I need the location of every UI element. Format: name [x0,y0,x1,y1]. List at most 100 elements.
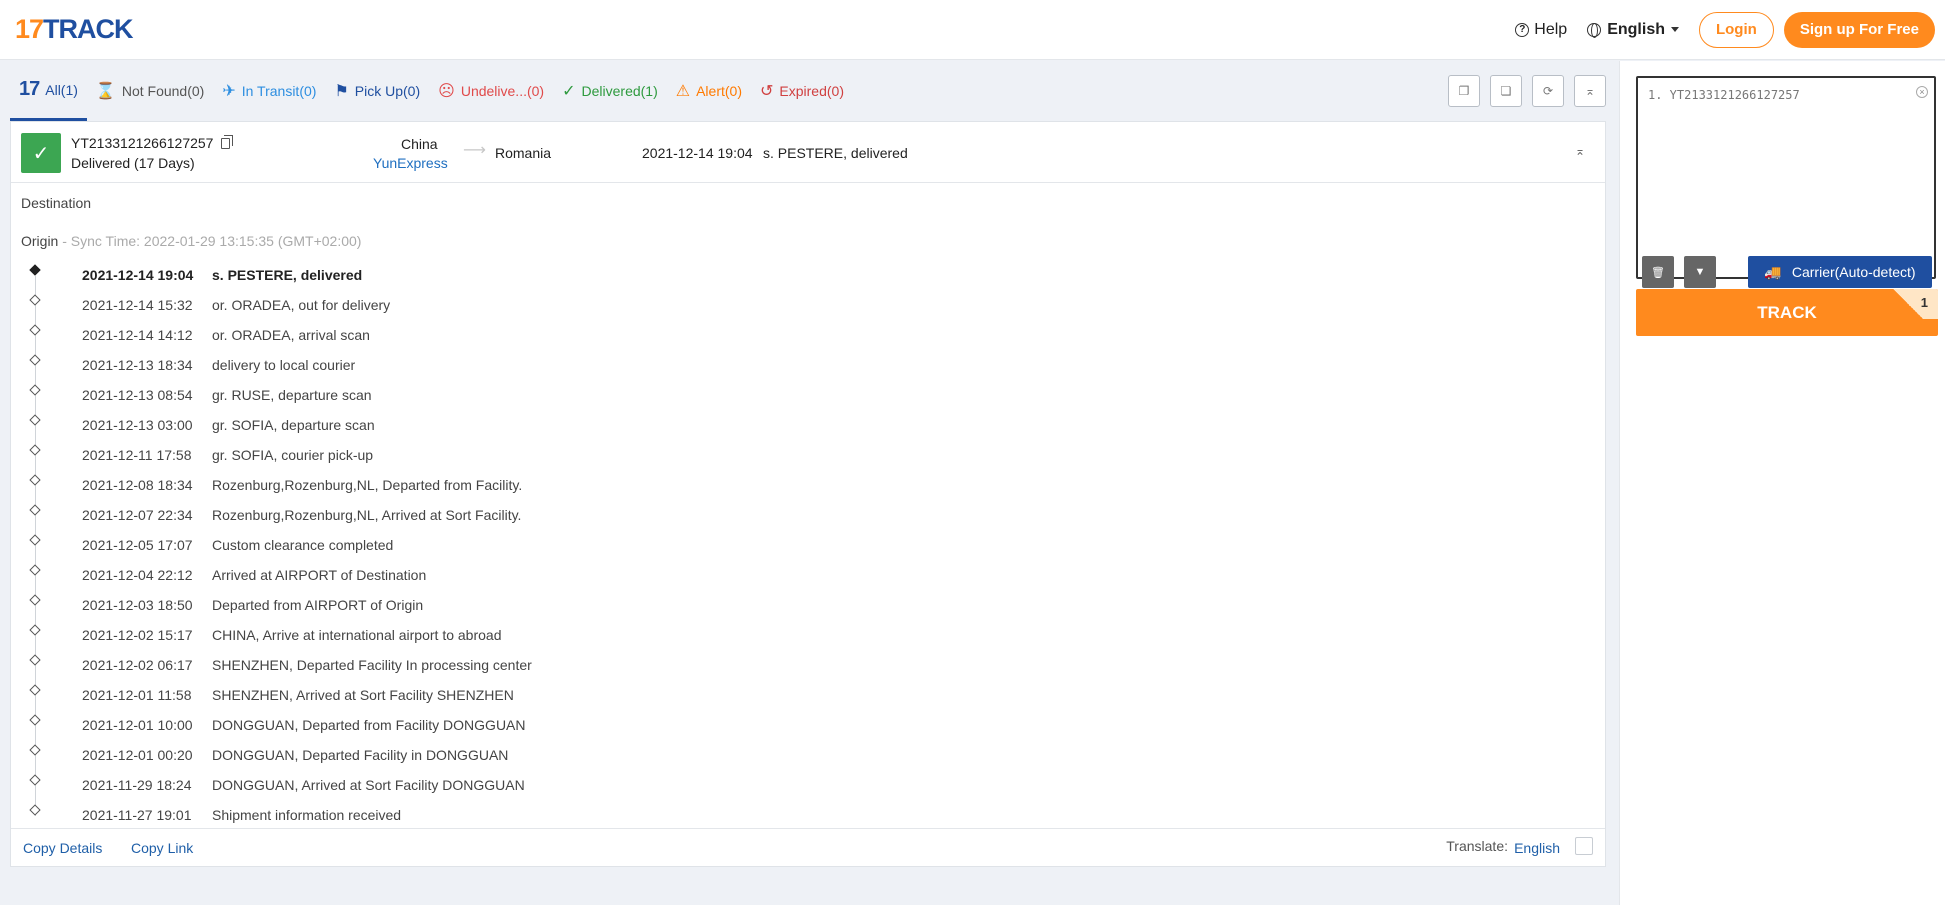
timeline-event: 2021-12-14 14:12 or. ORADEA, arrival scan [25,320,1125,366]
tab-all-label: All(1) [45,81,78,98]
timeline-dot-icon [29,444,41,456]
event-time: 2021-11-29 18:24 [82,777,192,793]
timeline-event: 2021-12-13 18:34 delivery to local courie… [25,350,1125,396]
copy-numbers-button[interactable]: ❐ [1448,75,1480,107]
timeline-dot-icon [29,804,41,816]
tab-all[interactable]: 17 All(1) [10,61,87,121]
tab-in-transit-label: In Transit(0) [241,83,317,99]
signup-button[interactable]: Sign up For Free [1783,11,1935,48]
tab-pick-up-label: Pick Up(0) [354,83,421,99]
delete-button[interactable]: 🗑 [1642,256,1674,288]
copy-icon[interactable] [221,134,234,149]
panel-footer: Copy Details Copy Link Translate: Englis… [11,828,1605,866]
timeline-dot-icon [29,684,41,696]
tab-delivered-label: Delivered(1) [581,83,658,99]
latest-event-time: 2021-12-14 19:04 [642,145,753,161]
track-button[interactable]: TRACK 1 [1636,289,1938,336]
warning-icon: ⚠ [675,83,691,100]
event-description: Shipment information received [212,807,402,823]
timeline-dot-icon [29,264,41,276]
event-description: gr. RUSE, departure scan [212,387,372,403]
tab-delivered[interactable]: ✓ Delivered(1) [553,61,667,121]
event-description: Arrived at AIRPORT of Destination [212,567,427,583]
copy-icon: ❐ [1458,84,1470,98]
translate-language[interactable]: English [1514,840,1560,856]
tab-expired-label: Expired(0) [779,83,844,99]
event-time: 2021-12-02 15:17 [82,627,193,643]
timeline-event: 2021-12-01 10:00 DONGGUAN, Departed from … [25,710,1125,756]
event-description: delivery to local courier [212,357,356,373]
logo[interactable]: 17 TRACK [15,14,134,45]
event-time: 2021-12-01 00:20 [82,747,193,763]
status-tabs: 17 All(1) ⌛ Not Found(0) ✈ In Transit(0)… [10,61,1606,121]
filter-button[interactable]: ▼ [1684,256,1716,288]
timeline-dot-icon [29,714,41,726]
route-arrow-icon: ⟶ [463,142,486,159]
event-description: Rozenburg,Rozenburg,NL, Departed from Fa… [212,477,523,493]
copy-details-link[interactable]: Copy Details [23,840,102,856]
list-tools: ❐ ❏ ⟳ ⌅ [1448,75,1606,107]
carrier-link[interactable]: YunExpress [373,155,448,171]
event-time: 2021-12-01 10:00 [82,717,193,733]
hourglass-icon: ⌛ [95,83,116,100]
timeline-dot-icon [29,504,41,516]
tracking-entry[interactable]: 1. YT2133121266127257 [1648,88,1800,102]
tab-not-found[interactable]: ⌛ Not Found(0) [87,61,213,121]
event-time: 2021-12-13 18:34 [82,357,193,373]
clock-history-icon: ↺ [760,83,774,100]
translate-label: Translate: [1446,838,1508,854]
tab-pick-up[interactable]: ⚑ Pick Up(0) [325,61,429,121]
clear-icon[interactable]: × [1916,86,1928,98]
header-actions: ? Help English Login Sign up For Free [1515,11,1935,48]
collapse-icon: ⌅ [1584,84,1596,98]
event-description: gr. SOFIA, courier pick-up [212,447,374,463]
login-button[interactable]: Login [1698,11,1774,48]
timeline-event: 2021-12-13 08:54 gr. RUSE, departure scan [25,380,1125,426]
copy-link-link[interactable]: Copy Link [131,840,193,856]
event-time: 2021-12-04 22:12 [82,567,193,583]
timeline-event: 2021-12-13 03:00 gr. SOFIA, departure sca… [25,410,1125,456]
timeline-event: 2021-12-02 15:17 CHINA, Arrive at interna… [25,620,1125,666]
refresh-button[interactable]: ⟳ [1532,75,1564,107]
event-time: 2021-12-07 22:34 [82,507,193,523]
filter-icon: ▼ [1694,266,1706,278]
timeline-event: 2021-12-01 00:20 DONGGUAN, Departed Facil… [25,740,1125,786]
event-time: 2021-12-05 17:07 [82,537,193,553]
timeline-dot-icon [29,594,41,606]
tracking-input-box[interactable]: 1. YT2133121266127257 × 🗑 ▼ 🚚 Carrier(Au… [1636,76,1936,288]
help-link[interactable]: ? Help [1515,21,1567,39]
translate-checkbox[interactable] [1575,837,1593,855]
timeline-event: 2021-11-29 18:24 DONGGUAN, Arrived at Sor… [25,770,1125,816]
timeline-dot-icon [29,354,41,366]
sync-time: - Sync Time: 2022-01-29 13:15:35 (GMT+02… [58,233,362,249]
latest-event-desc: s. PESTERE, delivered [763,145,908,161]
parcel-summary[interactable]: ✓ YT2133121266127257 Delivered (17 Days)… [11,122,1605,183]
tab-in-transit[interactable]: ✈ In Transit(0) [213,61,325,121]
tab-expired[interactable]: ↺ Expired(0) [751,61,853,121]
timeline-event: 2021-12-01 11:58 SHENZHEN, Arrived at Sor… [25,680,1125,726]
timeline-event: 2021-12-08 18:34 Rozenburg,Rozenburg,NL, … [25,470,1125,516]
timeline-event: 2021-12-11 17:58 gr. SOFIA, courier pick-… [25,440,1125,486]
help-icon: ? [1515,22,1530,37]
language-selector[interactable]: English [1587,21,1679,39]
language-label: English [1607,20,1665,38]
event-description: s. PESTERE, delivered [212,267,363,283]
carrier-select-label: Carrier(Auto-detect) [1791,264,1916,280]
collapse-icon[interactable]: ⌅ [1575,144,1585,158]
event-time: 2021-12-01 11:58 [82,687,192,703]
track-sidebar: 1. YT2133121266127257 × 🗑 ▼ 🚚 Carrier(Au… [1619,61,1945,905]
tab-undelivered[interactable]: ☹ Undelive...(0) [429,61,553,121]
collapse-all-button[interactable]: ⌅ [1574,75,1606,107]
event-time: 2021-12-13 03:00 [82,417,193,433]
event-description: Rozenburg,Rozenburg,NL, Arrived at Sort … [212,507,522,523]
copy-all-button[interactable]: ❏ [1490,75,1522,107]
tab-alert[interactable]: ⚠ Alert(0) [667,61,751,121]
timeline-dot-icon [29,774,41,786]
copy-multi-icon: ❏ [1500,84,1512,98]
plane-icon: ✈ [222,83,236,100]
tab-undelivered-label: Undelive...(0) [460,83,545,99]
event-time: 2021-12-11 17:58 [82,447,192,463]
carrier-select-button[interactable]: 🚚 Carrier(Auto-detect) [1748,256,1932,288]
event-description: Departed from AIRPORT of Origin [212,597,424,613]
globe-icon [1587,22,1602,38]
